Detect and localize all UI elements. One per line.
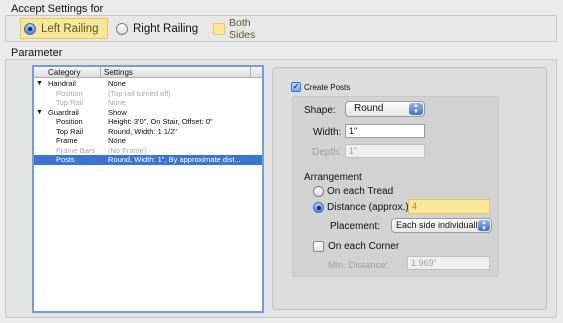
min-distance-input: 1.969" xyxy=(407,256,490,270)
row-setting: (No Frame) xyxy=(108,145,147,155)
table-row[interactable]: Position Height: 3'0", On Stair, Offset: … xyxy=(34,117,262,127)
distance-label: Distance (approx.): xyxy=(327,202,412,213)
settings-tree-table[interactable]: Category Settings ▼ Handrail None Position (… xyxy=(32,65,264,313)
row-setting: None xyxy=(108,136,126,145)
right-railing-option[interactable]: Right Railing xyxy=(113,18,213,39)
column-header-settings[interactable]: Settings xyxy=(104,68,133,77)
select-arrows-icon: ▲ ▼ xyxy=(478,220,490,232)
depth-input: 1" xyxy=(345,144,425,158)
table-row[interactable]: ▼ Guardrail Show xyxy=(34,108,262,118)
on-each-corner-label: On each Corner xyxy=(328,241,400,252)
width-label: Width: xyxy=(313,127,342,138)
header-scroll-divider xyxy=(250,67,251,78)
shape-label: Shape: xyxy=(304,105,336,116)
table-row[interactable]: Frame None xyxy=(34,136,262,146)
row-setting: None xyxy=(108,98,126,107)
width-input[interactable]: 1" xyxy=(345,124,425,138)
table-header: Category Settings xyxy=(34,67,262,78)
create-posts-checkbox[interactable]: ✓ xyxy=(291,82,301,92)
placement-label: Placement: xyxy=(330,221,381,232)
row-category: Position xyxy=(56,88,83,98)
distance-radio[interactable] xyxy=(313,202,324,213)
distance-input[interactable]: 4 xyxy=(408,199,490,214)
row-setting: Height: 3'0", On Stair, Offset: 0" xyxy=(108,117,213,126)
row-category: Frame Bars xyxy=(56,145,96,155)
column-header-category[interactable]: Category xyxy=(48,68,80,77)
left-railing-option[interactable]: Left Railing xyxy=(20,18,108,39)
table-row[interactable]: Frame Bars (No Frame) xyxy=(34,146,262,156)
on-each-tread-radio[interactable] xyxy=(313,186,324,197)
on-each-corner-option[interactable]: On each Corner xyxy=(313,241,399,252)
depth-label: Depth: xyxy=(312,147,342,158)
left-railing-radio[interactable] xyxy=(24,22,36,35)
row-category: Position xyxy=(56,117,83,126)
right-railing-radio[interactable] xyxy=(116,22,128,35)
disclosure-triangle-icon[interactable]: ▼ xyxy=(36,108,43,118)
right-railing-label: Right Railing xyxy=(133,22,199,35)
on-each-tread-option[interactable]: On each Tread xyxy=(313,186,393,197)
table-row[interactable]: Posts Round, Width: 1", By approximate di… xyxy=(34,155,262,165)
both-sides-option[interactable]: Both Sides xyxy=(210,16,266,41)
table-row[interactable]: Position (Top rail turned off) xyxy=(34,89,262,99)
row-category: Top Rail xyxy=(56,126,84,136)
distance-option[interactable]: Distance (approx.): xyxy=(313,202,411,213)
row-category: Handrail xyxy=(48,79,76,88)
row-category: Posts xyxy=(56,155,75,164)
placement-select[interactable]: Each side individually ▲ ▼ xyxy=(391,218,492,233)
table-body: ▼ Handrail None Position (Top rail turned of… xyxy=(34,79,262,165)
row-setting: Round, Width: 1 1/2" xyxy=(108,126,177,136)
select-arrows-icon: ▲ ▼ xyxy=(409,103,423,115)
row-setting: None xyxy=(108,79,126,88)
min-distance-label: Min. Distance: xyxy=(328,260,389,271)
both-sides-checkbox[interactable] xyxy=(213,22,225,35)
accept-settings-title: Accept Settings for xyxy=(11,3,104,15)
arrangement-label: Arrangement xyxy=(304,172,362,183)
row-setting: Show xyxy=(108,107,127,117)
row-setting: Round, Width: 1", By approximate dist... xyxy=(108,155,241,164)
both-sides-label: Both Sides xyxy=(229,16,256,41)
row-category: Guardrail xyxy=(48,107,79,117)
create-posts-label: Create Posts xyxy=(304,82,351,92)
row-category: Frame xyxy=(56,136,78,145)
create-posts-toggle[interactable]: ✓ Create Posts xyxy=(291,82,350,92)
table-row[interactable]: Top Rail Round, Width: 1 1/2" xyxy=(34,127,262,137)
on-each-tread-label: On each Tread xyxy=(327,186,394,197)
shape-value: Round xyxy=(354,103,384,114)
table-row[interactable]: Top Rail None xyxy=(34,98,262,108)
parameter-title: Parameter xyxy=(11,47,63,59)
column-divider xyxy=(100,67,101,78)
on-each-corner-checkbox[interactable] xyxy=(313,241,324,252)
placement-value: Each side individually xyxy=(396,220,483,230)
disclosure-triangle-icon[interactable]: ▼ xyxy=(36,79,43,89)
row-category: Top Rail xyxy=(56,98,84,107)
shape-select[interactable]: Round ▲ ▼ xyxy=(345,101,425,117)
row-setting: (Top rail turned off) xyxy=(108,88,171,98)
table-row[interactable]: ▼ Handrail None xyxy=(34,79,262,89)
left-railing-label: Left Railing xyxy=(41,22,99,35)
